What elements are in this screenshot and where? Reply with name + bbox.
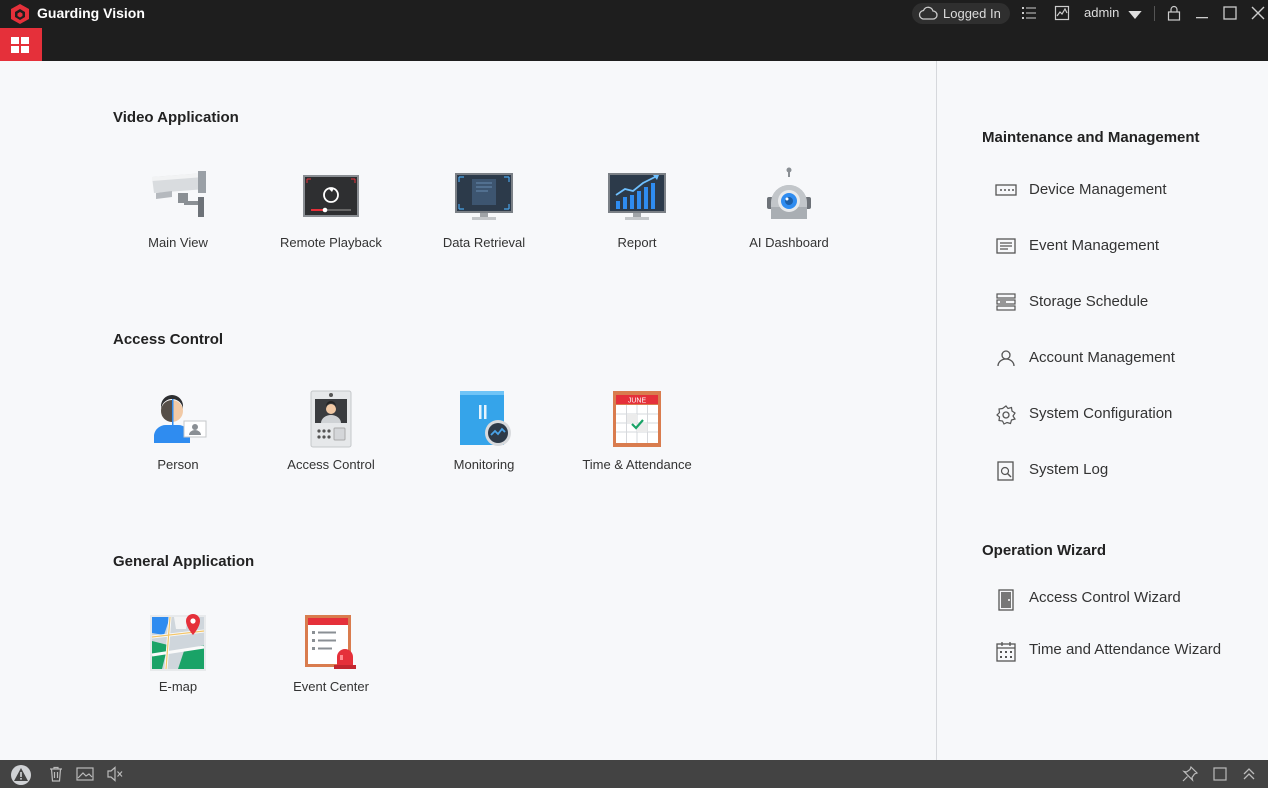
chevron-down-icon[interactable]	[1127, 7, 1143, 23]
nav-storage-schedule[interactable]: Storage Schedule	[995, 287, 1255, 317]
playback-icon	[303, 175, 359, 217]
app-tile-label: Time & Attendance	[582, 457, 692, 472]
login-status-label: Logged In	[943, 6, 1001, 21]
lock-icon[interactable]	[1166, 5, 1182, 21]
access-control-icon	[310, 390, 352, 448]
login-status[interactable]: Logged In	[912, 3, 1010, 24]
maximize-icon[interactable]	[1222, 5, 1238, 21]
camera-icon	[152, 171, 206, 217]
title-bar: Guarding Vision Logged In admin	[0, 0, 1268, 28]
app-logo-icon	[11, 4, 29, 24]
nav-event-management[interactable]: Event Management	[995, 231, 1255, 261]
app-tile-remote-playback[interactable]: Remote Playback	[261, 167, 401, 277]
event-center-icon	[305, 615, 356, 669]
app-tile-data-retrieval[interactable]: Data Retrieval	[414, 167, 554, 277]
home-tab[interactable]	[0, 28, 42, 61]
trash-icon[interactable]	[48, 766, 64, 782]
tab-bar	[0, 28, 1268, 61]
monitoring-icon	[460, 391, 511, 446]
nav-label: Device Management	[1029, 181, 1167, 198]
door-icon	[998, 589, 1014, 611]
section-title-video: Video Application	[113, 109, 239, 126]
app-tile-time-attendance[interactable]: JUNE Time & Attendance	[567, 389, 707, 499]
event-list-icon	[996, 238, 1016, 254]
user-menu[interactable]: admin	[1084, 5, 1119, 20]
gear-icon	[996, 405, 1016, 425]
app-tile-label: Monitoring	[453, 457, 515, 472]
calendar-small-icon	[996, 642, 1016, 662]
image-icon[interactable]	[76, 766, 94, 782]
nav-access-control-wizard[interactable]: Access Control Wizard	[995, 583, 1255, 613]
person-icon	[154, 395, 207, 443]
warning-icon[interactable]	[10, 764, 32, 786]
calendar-month-label: JUNE	[628, 398, 647, 405]
nav-label: Storage Schedule	[1029, 293, 1149, 310]
app-tile-label: Main View	[148, 235, 208, 250]
main-content: Video Application Main View Remote Playb…	[0, 61, 936, 760]
nav-label: Event Management	[1029, 237, 1160, 254]
app-tile-main-view[interactable]: Main View	[108, 167, 248, 277]
app-tile-access-control[interactable]: Access Control	[261, 389, 401, 499]
calendar-icon: JUNE	[613, 391, 661, 447]
status-bar	[0, 760, 1268, 788]
app-tile-label: Person	[157, 457, 199, 472]
data-retrieval-icon	[455, 173, 513, 220]
pin-icon[interactable]	[1182, 766, 1198, 782]
app-tile-person[interactable]: Person	[108, 389, 248, 499]
app-tile-report[interactable]: Report	[567, 167, 707, 277]
nav-label: System Configuration	[1029, 405, 1173, 422]
grid-icon	[11, 37, 29, 53]
app-tile-label: Remote Playback	[280, 235, 382, 250]
list-icon[interactable]	[1021, 5, 1037, 21]
app-title: Guarding Vision	[37, 5, 145, 21]
app-tile-label: Event Center	[293, 679, 369, 694]
titlebar-divider	[1154, 6, 1155, 21]
nav-system-configuration[interactable]: System Configuration	[995, 399, 1255, 429]
app-tile-ai-dashboard[interactable]: AI Dashboard	[719, 167, 859, 277]
app-tile-label: Data Retrieval	[442, 235, 526, 250]
monitor-stats-icon[interactable]	[1054, 5, 1070, 21]
app-tile-label: E-map	[158, 679, 198, 694]
ai-dashboard-icon	[767, 167, 811, 219]
nav-label: Access Control Wizard	[1029, 589, 1181, 606]
app-tile-label: Access Control	[287, 457, 375, 472]
nav-label: Account Management	[1029, 349, 1175, 366]
storage-icon	[996, 293, 1016, 311]
nav-system-log[interactable]: System Log	[995, 455, 1255, 485]
minimize-icon[interactable]	[1194, 5, 1210, 21]
app-tile-e-map[interactable]: E-map	[108, 611, 248, 721]
device-icon	[995, 184, 1017, 196]
user-icon	[997, 350, 1015, 367]
log-icon	[997, 461, 1014, 481]
app-tile-label: Report	[617, 235, 657, 250]
close-icon[interactable]	[1250, 5, 1266, 21]
nav-label: System Log	[1029, 461, 1109, 478]
map-icon	[150, 614, 206, 671]
wizard-title: Operation Wizard	[982, 542, 1107, 559]
nav-account-management[interactable]: Account Management	[995, 343, 1255, 373]
maintenance-title: Maintenance and Management	[982, 129, 1200, 146]
mute-icon[interactable]	[106, 766, 124, 782]
app-tile-monitoring[interactable]: Monitoring	[414, 389, 554, 499]
nav-time-attendance-wizard[interactable]: Time and Attendance Wizard	[995, 635, 1255, 665]
right-panel: Maintenance and Management Device Manage…	[937, 61, 1268, 760]
app-tile-event-center[interactable]: Event Center	[261, 611, 401, 721]
app-tile-label: AI Dashboard	[749, 235, 829, 250]
section-title-access: Access Control	[113, 331, 224, 348]
section-title-general: General Application	[113, 553, 255, 570]
cloud-icon	[918, 6, 938, 20]
report-icon	[608, 173, 666, 220]
window-icon[interactable]	[1212, 766, 1228, 782]
nav-label: Time and Attendance Wizard	[1029, 641, 1222, 658]
expand-up-icon[interactable]	[1241, 766, 1257, 782]
nav-device-management[interactable]: Device Management	[995, 175, 1255, 205]
